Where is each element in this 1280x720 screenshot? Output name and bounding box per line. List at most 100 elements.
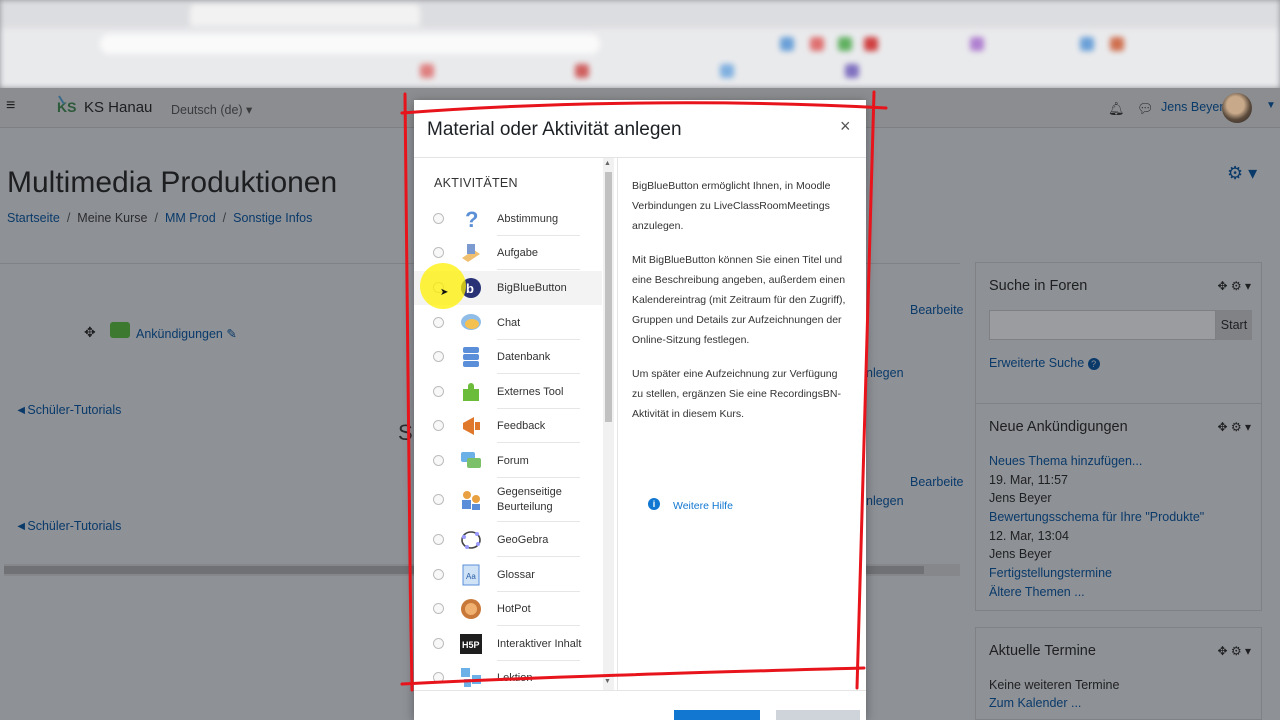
option-radio[interactable] — [433, 569, 444, 580]
help-icon: ? — [1087, 358, 1100, 370]
cancel-button[interactable] — [776, 710, 860, 720]
option-radio[interactable] — [433, 603, 444, 614]
post-author: Jens Beyer — [989, 547, 1052, 561]
tutorials-link-2[interactable]: ◄Schüler-Tutorials — [15, 519, 121, 533]
scrollbar-thumb[interactable] — [605, 172, 612, 422]
older-topics-link[interactable]: Ältere Themen ... — [989, 585, 1085, 599]
gear-icon[interactable]: ⚙︎ ▾ — [1227, 163, 1257, 184]
dialog-title: Material oder Aktivität anlegen — [427, 119, 682, 140]
svg-text:H5P: H5P — [462, 640, 480, 650]
option-lektion[interactable]: Lektion — [414, 661, 602, 690]
svg-text:b: b — [466, 281, 474, 296]
breadcrumb-course[interactable]: MM Prod — [165, 211, 216, 225]
option-geogebra[interactable]: GeoGebra — [414, 523, 602, 557]
option-label: Aufgabe — [497, 247, 538, 259]
assignment-icon — [462, 244, 480, 262]
option-radio[interactable] — [433, 213, 444, 224]
bell-icon[interactable]: 🔔︎ — [1108, 101, 1125, 117]
option-externes-tool[interactable]: Externes Tool — [414, 375, 602, 409]
forum-icon — [461, 452, 481, 468]
glossary-icon: Aa — [462, 564, 480, 586]
site-name[interactable]: KS Hanau — [84, 99, 152, 116]
close-icon[interactable]: × — [840, 116, 851, 137]
option-radio[interactable] — [433, 455, 444, 466]
option-label: Interaktiver Inhalt — [497, 638, 582, 650]
tutorials-link-1[interactable]: ◄Schüler-Tutorials — [15, 403, 121, 417]
option-radio[interactable] — [433, 638, 444, 649]
breadcrumb-home[interactable]: Startseite — [7, 211, 60, 225]
announcements-link[interactable]: Ankündigungen ✎ — [136, 326, 237, 341]
option-label: HotPot — [497, 603, 531, 615]
post-date: 19. Mar, 11:57 — [989, 473, 1068, 487]
calendar-link[interactable]: Zum Kalender ... — [989, 696, 1081, 710]
section-heading: AKTIVITÄTEN — [434, 176, 518, 190]
help-panel: BigBlueButton ermöglicht Ihnen, in Moodl… — [617, 158, 866, 690]
option-forum[interactable]: Forum — [414, 444, 602, 478]
option-datenbank[interactable]: Datenbank — [414, 340, 602, 374]
block-tools[interactable]: ✥ ⚙︎ ▾ — [1217, 644, 1251, 658]
advanced-search-link[interactable]: Erweiterte Suche ? — [989, 356, 1100, 370]
option-radio[interactable] — [433, 494, 444, 505]
option-feedback[interactable]: Feedback — [414, 409, 602, 443]
block-tools[interactable]: ✥ ⚙︎ ▾ — [1217, 279, 1251, 293]
post-author: Jens Beyer — [989, 491, 1052, 505]
menu-icon[interactable]: ≡ — [6, 98, 18, 114]
breadcrumb: Startseite / Meine Kurse / MM Prod / Sonstige … — [7, 211, 313, 225]
option-glossar[interactable]: Aa Glossar — [414, 558, 602, 592]
option-chat[interactable]: Chat — [414, 306, 602, 340]
scroll-up-icon[interactable]: ▲ — [604, 160, 611, 167]
database-icon — [463, 347, 479, 367]
add-activity-link-1[interactable]: nlegen — [866, 366, 904, 380]
add-activity-link-2[interactable]: nlegen — [866, 494, 904, 508]
block-tools[interactable]: ✥ ⚙︎ ▾ — [1217, 420, 1251, 434]
activity-chooser-dialog: Material oder Aktivität anlegen × AKTIVI… — [414, 100, 866, 720]
language-menu[interactable]: Deutsch (de) ▾ — [171, 102, 252, 117]
more-help-link[interactable]: Weitere Hilfe — [673, 500, 733, 512]
edit-link-2[interactable]: Bearbeite — [910, 475, 964, 489]
post-date: 12. Mar, 13:04 — [989, 529, 1069, 543]
post-link[interactable]: Fertigstellungstermine — [989, 566, 1112, 580]
breadcrumb-section[interactable]: Sonstige Infos — [233, 211, 312, 225]
option-gegenseitige-beurteilung[interactable]: Gegenseitige Beurteilung — [414, 478, 602, 522]
option-label: Abstimmung — [497, 213, 559, 225]
option-interaktiver-inhalt[interactable]: H5P Interaktiver Inhalt — [414, 627, 602, 661]
move-icon[interactable]: ✥ — [84, 324, 96, 341]
option-label: Gegenseitige Beurteilung — [497, 486, 562, 513]
option-hotpot[interactable]: HotPot — [414, 592, 602, 626]
option-radio[interactable] — [433, 247, 444, 258]
user-menu-name[interactable]: Jens Beyer — [1161, 100, 1224, 114]
option-radio[interactable] — [433, 351, 444, 362]
browser-tab[interactable] — [190, 4, 420, 26]
option-abstimmung[interactable]: ? Abstimmung — [414, 202, 602, 236]
post-link[interactable]: Bewertungsschema für Ihre "Produkte" — [989, 510, 1204, 524]
no-events-text: Keine weiteren Termine — [989, 678, 1120, 692]
avatar[interactable] — [1222, 93, 1252, 123]
option-radio[interactable] — [433, 534, 444, 545]
forum-search-input[interactable] — [989, 310, 1216, 340]
option-label: Feedback — [497, 420, 546, 432]
option-radio[interactable] — [433, 420, 444, 431]
option-label: GeoGebra — [497, 534, 549, 546]
svg-text:?: ? — [465, 208, 478, 230]
option-radio[interactable] — [433, 317, 444, 328]
edit-link-1[interactable]: Bearbeite — [910, 303, 964, 317]
site-logo[interactable]: KS — [56, 94, 76, 122]
option-radio[interactable] — [433, 672, 444, 683]
search-start-button[interactable]: Start — [1216, 310, 1252, 340]
address-bar[interactable] — [100, 34, 600, 54]
option-radio[interactable] — [433, 386, 444, 397]
dialog-header: Material oder Aktivität anlegen × — [414, 100, 866, 158]
help-paragraph-3: Um später eine Aufzeichnung zur Verfügun… — [632, 368, 841, 420]
chevron-down-icon[interactable]: ▼ — [1266, 100, 1276, 111]
block-title: Suche in Foren — [989, 278, 1088, 294]
message-icon[interactable]: 💬︎ — [1137, 101, 1154, 117]
options-scrollbar[interactable]: ▲ ▼ — [603, 158, 614, 690]
block-upcoming-events: Aktuelle Termine ✥ ⚙︎ ▾ Keine weiteren T… — [975, 627, 1262, 720]
add-topic-link[interactable]: Neues Thema hinzufügen... — [989, 454, 1142, 468]
forum-icon — [110, 322, 130, 338]
svg-text:Aa: Aa — [466, 572, 476, 581]
scroll-down-icon[interactable]: ▼ — [604, 678, 611, 685]
lesson-icon — [461, 668, 481, 687]
help-paragraph-1: BigBlueButton ermöglicht Ihnen, in Moodl… — [632, 180, 831, 232]
add-button[interactable] — [674, 710, 760, 720]
